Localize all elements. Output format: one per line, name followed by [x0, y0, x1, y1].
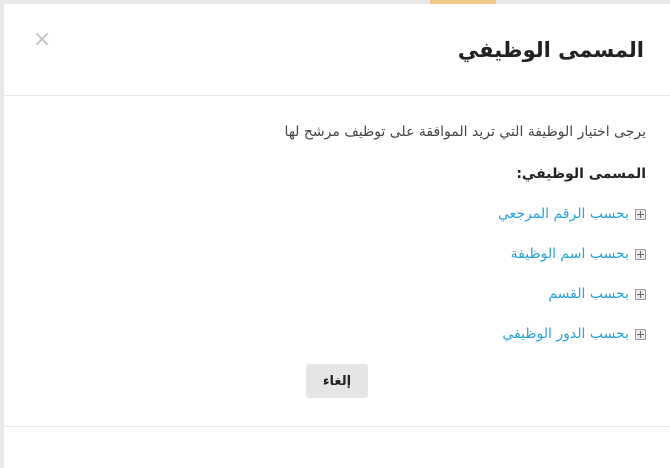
by-job-role-link[interactable]: بحسب الدور الوظيفي [502, 326, 629, 342]
cancel-button[interactable]: إلغاء [306, 364, 368, 398]
dialog-footer-divider [4, 426, 670, 427]
by-department-link[interactable]: بحسب القسم [548, 286, 629, 302]
expand-plus-icon [635, 249, 646, 260]
job-title-dialog: المسمى الوظيفي × يرجى اختيار الوظيفة الت… [4, 4, 670, 468]
expand-plus-icon [635, 209, 646, 220]
by-job-name-link[interactable]: بحسب اسم الوظيفة [511, 246, 629, 262]
job-title-label: المسمى الوظيفي: [516, 166, 646, 182]
dialog-body: يرجى اختيار الوظيفة التي تريد الموافقة ع… [4, 96, 670, 426]
close-icon[interactable]: × [32, 28, 52, 52]
dialog-header: المسمى الوظيفي × [4, 4, 670, 96]
option-by-job-name[interactable]: بحسب اسم الوظيفة [498, 246, 646, 286]
option-by-job-role[interactable]: بحسب الدور الوظيفي [498, 326, 646, 366]
dialog-title: المسمى الوظيفي [457, 38, 644, 62]
by-reference-number-link[interactable]: بحسب الرقم المرجعي [498, 206, 629, 222]
job-search-options: بحسب الرقم المرجعي بحسب اسم الوظيفة بحسب… [498, 206, 646, 366]
expand-plus-icon [635, 289, 646, 300]
option-by-department[interactable]: بحسب القسم [498, 286, 646, 326]
option-by-reference-number[interactable]: بحسب الرقم المرجعي [498, 206, 646, 246]
expand-plus-icon [635, 329, 646, 340]
instruction-text: يرجى اختيار الوظيفة التي تريد الموافقة ع… [284, 124, 646, 140]
